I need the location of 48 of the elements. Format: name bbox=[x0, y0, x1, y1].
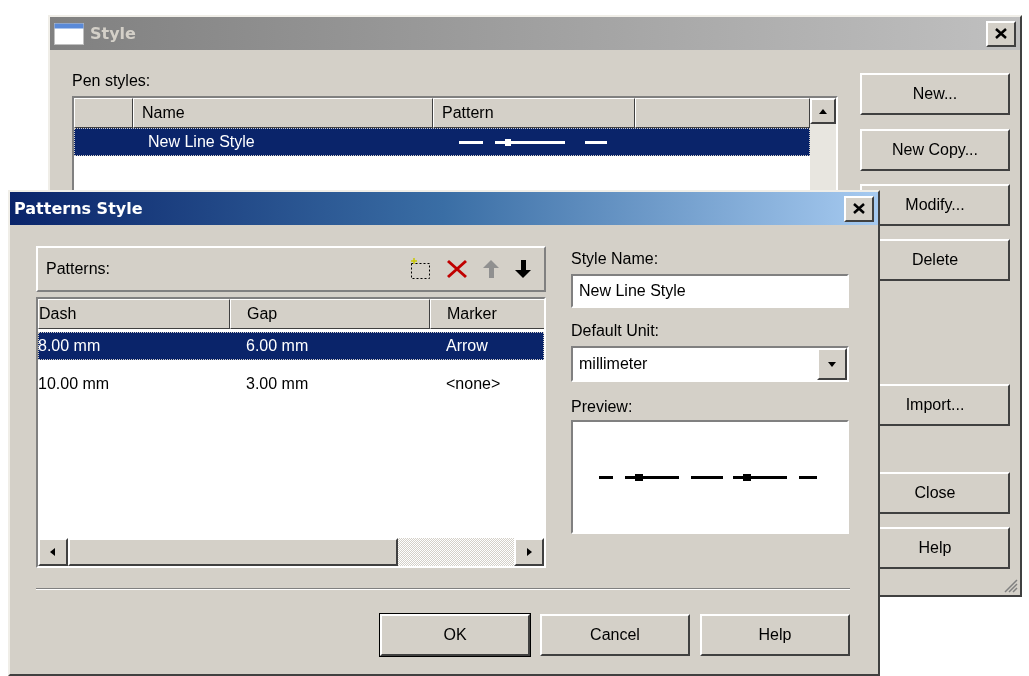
pen-style-row[interactable]: New Line Style bbox=[74, 128, 810, 156]
style-name-field[interactable]: New Line Style bbox=[571, 274, 849, 308]
column-header[interactable]: Pattern bbox=[433, 98, 635, 128]
column-header[interactable]: Marker bbox=[430, 299, 544, 329]
default-unit-label: Default Unit: bbox=[571, 322, 661, 340]
close-icon bbox=[853, 203, 865, 214]
pen-styles-label: Pen styles: bbox=[72, 72, 152, 90]
horizontal-scrollbar[interactable] bbox=[38, 538, 544, 566]
new-item-icon[interactable] bbox=[408, 258, 432, 280]
scroll-right-button[interactable] bbox=[514, 538, 544, 566]
window-title: Patterns Style bbox=[14, 199, 144, 218]
column-header[interactable]: Name bbox=[133, 98, 433, 128]
scrollbar-thumb[interactable] bbox=[68, 538, 398, 566]
dialog-button[interactable]: Cancel bbox=[540, 614, 690, 656]
dialog-button[interactable]: OK bbox=[380, 614, 530, 656]
dialog-button[interactable]: Help bbox=[700, 614, 850, 656]
preview-label: Preview: bbox=[571, 398, 634, 416]
move-down-icon[interactable] bbox=[514, 259, 532, 279]
table-cell-text: <none> bbox=[445, 375, 502, 393]
scroll-left-button[interactable] bbox=[38, 538, 68, 566]
window-icon bbox=[54, 22, 84, 45]
column-header[interactable]: Dash bbox=[38, 299, 230, 329]
table-cell-text: 8.00 mm bbox=[38, 337, 102, 355]
dropdown-arrow-icon bbox=[827, 359, 837, 369]
style-name: New Line Style bbox=[147, 133, 256, 151]
table-cell-text: 10.00 mm bbox=[38, 375, 111, 393]
close-button[interactable] bbox=[986, 20, 1016, 47]
patterns-label: Patterns: bbox=[46, 260, 112, 278]
default-unit-dropdown[interactable]: millimeter bbox=[571, 346, 849, 382]
pattern-row[interactable]: 10.00 mm 3.00 mm <none> bbox=[38, 370, 544, 398]
table-cell-text: 6.00 mm bbox=[245, 337, 310, 355]
pattern-row[interactable]: 8.00 mm 6.00 mm Arrow bbox=[38, 332, 544, 360]
left-arrow-icon bbox=[48, 547, 58, 557]
close-button[interactable] bbox=[844, 195, 874, 222]
scroll-up-button[interactable] bbox=[810, 98, 836, 124]
column-header[interactable]: Gap bbox=[230, 299, 430, 329]
delete-icon[interactable] bbox=[446, 259, 468, 279]
dialog-button[interactable]: New... bbox=[860, 73, 1010, 115]
column-header[interactable] bbox=[74, 98, 133, 128]
style-name-label: Style Name: bbox=[571, 250, 660, 268]
column-header[interactable] bbox=[635, 98, 810, 128]
window-title: Style bbox=[90, 24, 137, 43]
dialog-button[interactable]: New Copy... bbox=[860, 129, 1010, 171]
table-cell-text: 3.00 mm bbox=[245, 375, 310, 393]
close-icon bbox=[995, 28, 1007, 39]
resize-grip-icon bbox=[1004, 579, 1018, 593]
table-cell-text: Arrow bbox=[445, 337, 489, 355]
right-arrow-icon bbox=[524, 547, 534, 557]
